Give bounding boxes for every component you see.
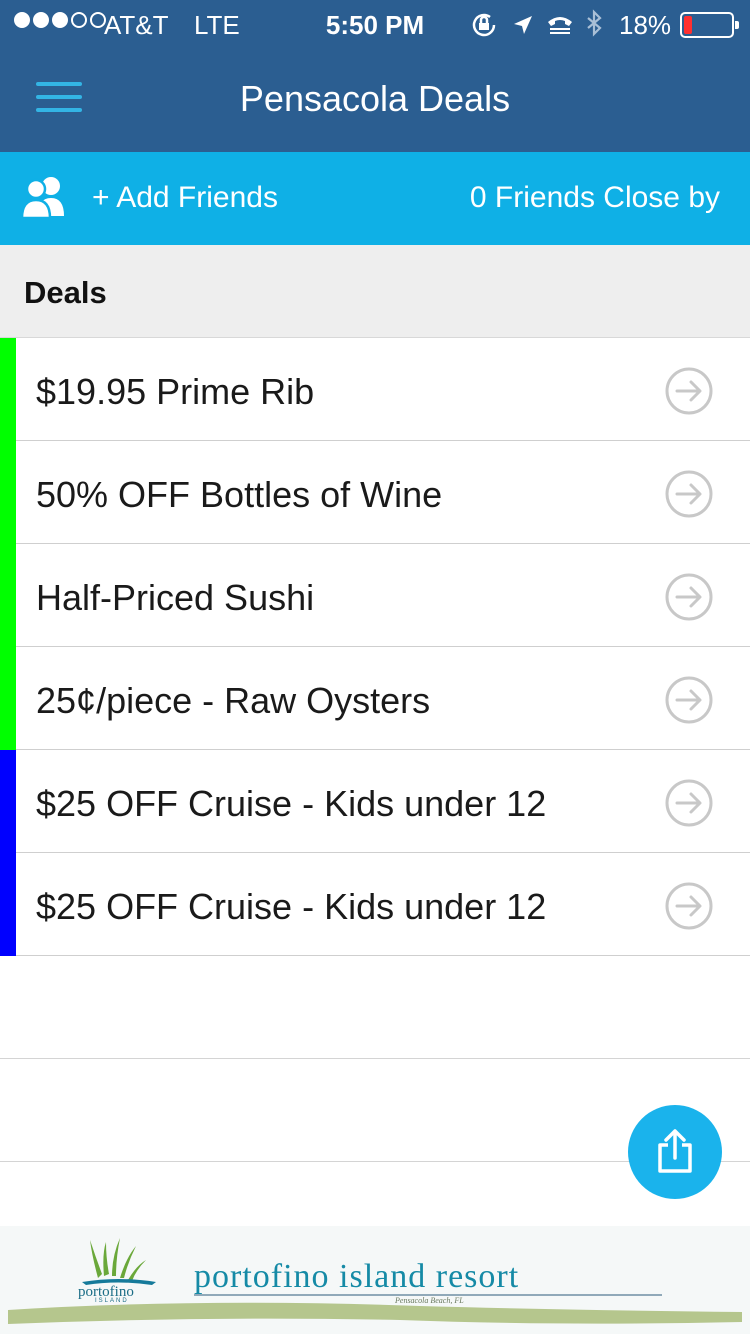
deal-label: $25 OFF Cruise - Kids under 12 [36, 886, 547, 927]
bluetooth-icon [587, 9, 602, 37]
arrow-right-circle-icon[interactable] [664, 881, 714, 931]
arrow-right-circle-icon[interactable] [664, 572, 714, 622]
add-friends-button[interactable]: + Add Friends [92, 181, 278, 215]
arrow-right-circle-icon[interactable] [664, 366, 714, 416]
friends-icon [20, 177, 64, 218]
section-title: Deals [24, 275, 107, 310]
share-button[interactable] [628, 1105, 722, 1199]
deal-row[interactable]: $25 OFF Cruise - Kids under 12 [0, 853, 750, 956]
deal-row[interactable]: Half-Priced Sushi [0, 544, 750, 647]
ad-banner[interactable]: portofino ISLAND portofino island resort… [0, 1226, 750, 1334]
top-bar: AT&T LTE 5:50 PM 18% Pensacola Deals [0, 0, 750, 152]
deals-list: $19.95 Prime Rib 50% OFF Bottles of Wine… [0, 338, 750, 1162]
rotation-lock-icon [472, 13, 496, 37]
section-header: Deals [0, 245, 750, 338]
deal-color-stripe [0, 750, 16, 853]
grass-stroke-decoration [8, 1302, 742, 1324]
friends-bar: + Add Friends 0 Friends Close by [0, 152, 750, 245]
sea-grass-logo-icon [90, 1238, 146, 1281]
deal-color-stripe [0, 647, 16, 750]
ad-logo-sub: ISLAND [95, 1298, 129, 1304]
deal-label: $19.95 Prime Rib [36, 371, 315, 412]
deal-label: 50% OFF Bottles of Wine [36, 474, 443, 515]
deal-row[interactable]: 50% OFF Bottles of Wine [0, 441, 750, 544]
arrow-right-circle-icon[interactable] [664, 778, 714, 828]
deal-color-stripe [0, 544, 16, 647]
deal-row[interactable]: 25¢/piece - Raw Oysters [0, 647, 750, 750]
share-icon [658, 1129, 692, 1173]
deal-row[interactable]: $25 OFF Cruise - Kids under 12 [0, 750, 750, 853]
location-arrow-icon [514, 16, 532, 34]
arrow-right-circle-icon[interactable] [664, 675, 714, 725]
app-screen: AT&T LTE 5:50 PM 18% Pensacola Deals + A… [0, 0, 750, 1334]
ad-headline: portofino island resort [194, 1258, 520, 1295]
battery-percent: 18% [619, 10, 672, 40]
page-title: Pensacola Deals [239, 78, 511, 119]
deal-row[interactable]: $19.95 Prime Rib [0, 338, 750, 441]
friends-close-by-count: 0 Friends Close by [469, 181, 720, 214]
deal-color-stripe [0, 441, 16, 544]
deal-label: $25 OFF Cruise - Kids under 12 [36, 783, 547, 824]
status-icons [472, 9, 602, 37]
arrow-right-circle-icon[interactable] [664, 469, 714, 519]
status-bar: AT&T LTE 5:50 PM 18% [0, 0, 750, 50]
deal-color-stripe [0, 338, 16, 441]
deal-label: 25¢/piece - Raw Oysters [36, 680, 431, 721]
empty-row [0, 956, 750, 1059]
deal-color-stripe [0, 853, 16, 956]
ad-location: Pensacola Beach, FL [395, 1296, 464, 1305]
battery-level [684, 16, 692, 34]
tty-icon [548, 17, 572, 34]
battery-icon [680, 12, 739, 38]
deal-label: Half-Priced Sushi [36, 577, 315, 618]
